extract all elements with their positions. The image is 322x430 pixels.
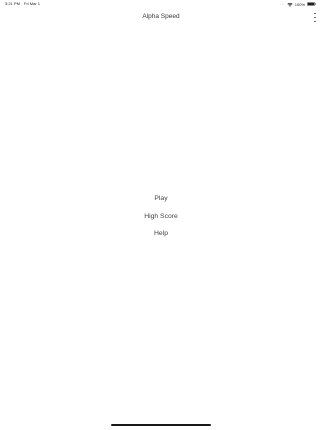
battery-full-icon	[307, 2, 316, 6]
home-indicator[interactable]	[111, 424, 211, 426]
more-vertical-icon	[314, 13, 316, 15]
help-button[interactable]: Help	[121, 225, 201, 243]
high-score-button[interactable]: High Score	[121, 208, 201, 226]
more-dots: ···	[280, 1, 285, 7]
status-time: 3:21 PM	[5, 1, 20, 6]
app-title: Alpha Speed	[142, 13, 180, 20]
battery-percent: 100%	[294, 1, 305, 7]
status-bar: 3:21 PM Fri Mar 1 ··· 100%	[0, 0, 322, 9]
more-vertical-icon-dot	[314, 16, 316, 19]
play-button[interactable]: Play	[121, 190, 201, 208]
more-vertical-icon-dot	[314, 20, 316, 22]
wifi-icon	[287, 2, 293, 7]
more-options-button[interactable]	[313, 13, 317, 22]
status-date: Fri Mar 1	[24, 1, 41, 6]
status-time-date: 3:21 PM Fri Mar 1	[5, 1, 40, 6]
app-header: Alpha Speed	[0, 10, 322, 24]
status-indicators: ··· 100%	[280, 1, 316, 7]
main-menu: Play High Score Help	[0, 190, 322, 243]
